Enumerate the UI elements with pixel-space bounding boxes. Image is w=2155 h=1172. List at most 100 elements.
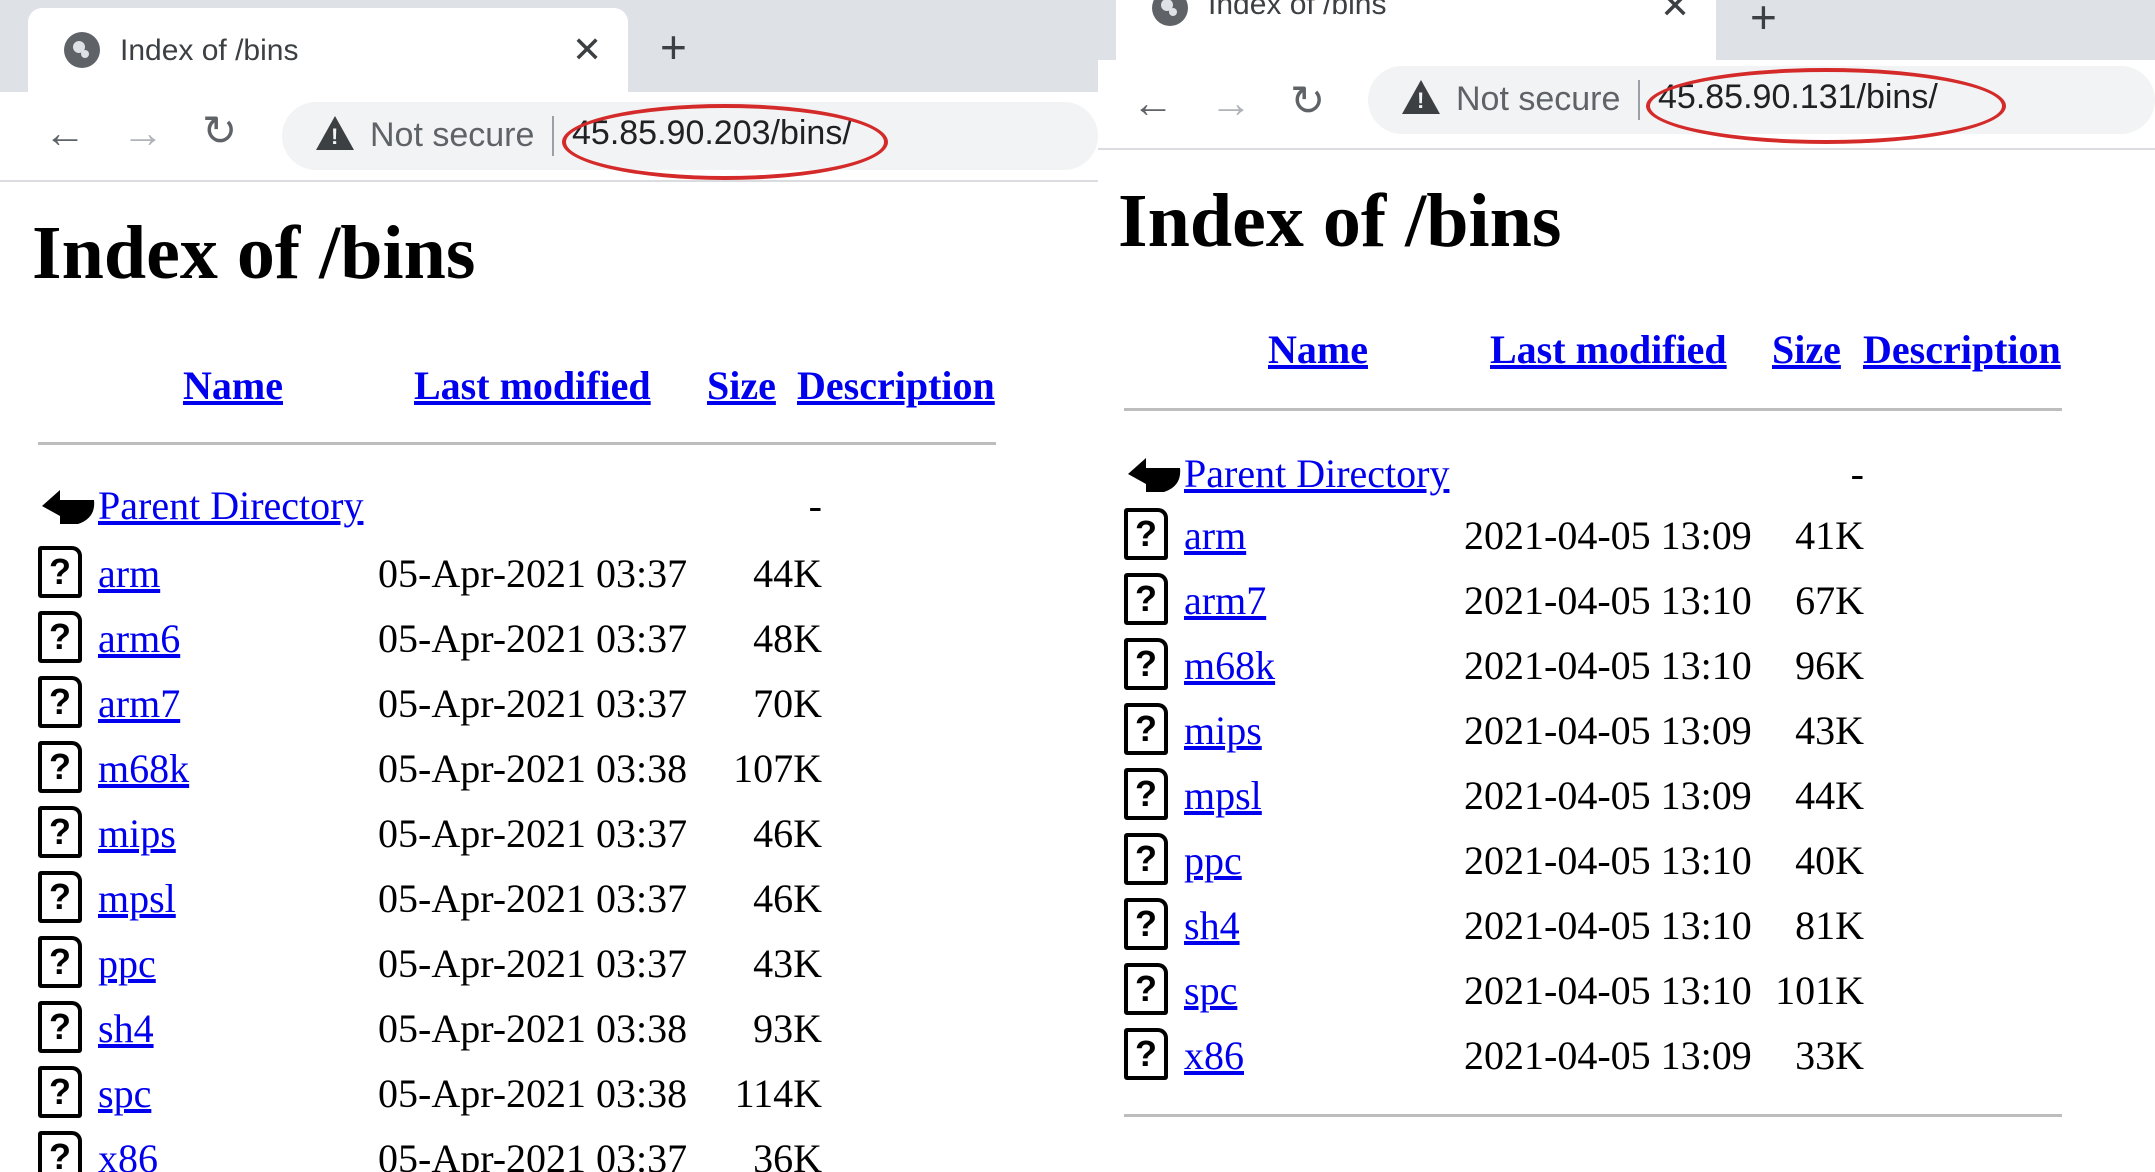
- globe-icon: [64, 32, 100, 68]
- list-item: ? ppc 05-Apr-2021 03:37 43K: [38, 936, 822, 996]
- tab-title: Index of /bins: [120, 34, 299, 67]
- file-link[interactable]: mips: [98, 810, 176, 857]
- new-tab-button[interactable]: +: [1750, 0, 1777, 40]
- file-link[interactable]: spc: [1184, 967, 1237, 1014]
- arrow-right-icon[interactable]: →: [122, 112, 164, 154]
- file-modified: 05-Apr-2021 03:38: [378, 1006, 688, 1051]
- unknown-file-icon: ?: [1124, 1028, 1168, 1080]
- unknown-file-icon: ?: [1124, 508, 1168, 560]
- file-link[interactable]: sh4: [1184, 902, 1240, 949]
- file-size: 67K: [1795, 578, 1864, 623]
- file-size: 44K: [753, 551, 822, 596]
- list-item: ? mips 05-Apr-2021 03:37 46K: [38, 806, 822, 866]
- column-description-link[interactable]: Description: [1863, 326, 2061, 373]
- file-link[interactable]: m68k: [1184, 642, 1275, 689]
- list-item: ? m68k 2021-04-05 13:10 96K: [1124, 638, 1904, 698]
- list-item: ? sh4 05-Apr-2021 03:38 93K: [38, 1001, 822, 1061]
- arrow-left-icon[interactable]: ←: [44, 112, 86, 154]
- file-link[interactable]: arm7: [1184, 577, 1266, 624]
- file-size: 43K: [1795, 708, 1864, 753]
- toolbar: ← → ↻ Not secure 45.85.90.203/bins/: [0, 92, 1098, 182]
- tab-title: Index of /bins: [1208, 0, 1387, 21]
- new-tab-button[interactable]: +: [660, 24, 687, 70]
- file-link[interactable]: mips: [1184, 707, 1262, 754]
- file-size: 101K: [1775, 968, 1864, 1013]
- file-link[interactable]: x86: [98, 1135, 158, 1172]
- file-size: 46K: [753, 876, 822, 921]
- unknown-file-icon: ?: [38, 1001, 82, 1053]
- file-link[interactable]: arm: [98, 550, 160, 597]
- file-link[interactable]: ppc: [98, 940, 156, 987]
- list-item: ? spc 2021-04-05 13:10 101K: [1124, 963, 1904, 1023]
- file-modified: 2021-04-05 13:09: [1464, 708, 1752, 753]
- list-item: ? ppc 2021-04-05 13:10 40K: [1124, 833, 1904, 893]
- toolbar: ← → ↻ Not secure 45.85.90.131/bins/: [1098, 60, 2155, 150]
- browser-tab[interactable]: Index of /bins ✕: [28, 8, 628, 92]
- file-modified: 2021-04-05 13:10: [1464, 838, 1752, 883]
- list-item: ? mips 2021-04-05 13:09 43K: [1124, 703, 1904, 763]
- column-description-link[interactable]: Description: [797, 362, 995, 409]
- unknown-file-icon: ?: [38, 1131, 82, 1172]
- unknown-file-icon: ?: [38, 611, 82, 663]
- file-link[interactable]: spc: [98, 1070, 151, 1117]
- arrow-right-icon[interactable]: →: [1210, 82, 1252, 124]
- list-item: ? spc 05-Apr-2021 03:38 114K: [38, 1066, 822, 1126]
- column-modified-link[interactable]: Last modified: [1490, 326, 1727, 373]
- unknown-file-icon: ?: [38, 806, 82, 858]
- file-modified: 05-Apr-2021 03:37: [378, 616, 688, 661]
- unknown-file-icon: ?: [1124, 963, 1168, 1015]
- browser-tab[interactable]: Index of /bins ✕: [1116, 0, 1716, 60]
- arrow-left-icon[interactable]: ←: [1132, 82, 1174, 124]
- file-size: 48K: [753, 616, 822, 661]
- file-size: 46K: [753, 811, 822, 856]
- column-name-link[interactable]: Name: [1268, 326, 1368, 373]
- file-modified: 05-Apr-2021 03:37: [378, 681, 688, 726]
- unknown-file-icon: ?: [1124, 898, 1168, 950]
- column-modified-link[interactable]: Last modified: [414, 362, 651, 409]
- list-item: ? mpsl 05-Apr-2021 03:37 46K: [38, 871, 822, 931]
- page-title: Index of /bins: [32, 211, 476, 295]
- unknown-file-icon: ?: [1124, 768, 1168, 820]
- close-icon[interactable]: ✕: [572, 32, 602, 68]
- file-link[interactable]: arm: [1184, 512, 1246, 559]
- unknown-file-icon: ?: [1124, 573, 1168, 625]
- file-size: 33K: [1795, 1033, 1864, 1078]
- file-modified: 2021-04-05 13:10: [1464, 968, 1752, 1013]
- file-link[interactable]: mpsl: [1184, 772, 1262, 819]
- file-link[interactable]: sh4: [98, 1005, 154, 1052]
- file-modified: 05-Apr-2021 03:37: [378, 811, 688, 856]
- parent-size: -: [1850, 451, 1864, 496]
- file-size: 81K: [1795, 903, 1864, 948]
- file-link[interactable]: m68k: [98, 745, 189, 792]
- list-item: ? arm 05-Apr-2021 03:37 44K: [38, 546, 822, 606]
- unknown-file-icon: ?: [38, 936, 82, 988]
- reload-icon[interactable]: ↻: [1290, 80, 1325, 122]
- warning-triangle-icon: [316, 116, 354, 150]
- omnibox-separator: [1638, 80, 1640, 120]
- file-link[interactable]: mpsl: [98, 875, 176, 922]
- parent-row: Parent Directory -: [38, 478, 822, 538]
- parent-directory-link[interactable]: Parent Directory: [98, 482, 363, 529]
- parent-directory-link[interactable]: Parent Directory: [1184, 450, 1449, 497]
- column-name-link[interactable]: Name: [183, 362, 283, 409]
- browser-window-left: Index of /bins ✕ + ← → ↻ Not secure 45.8…: [0, 0, 1098, 1172]
- parent-size: -: [808, 483, 822, 528]
- file-link[interactable]: ppc: [1184, 837, 1242, 884]
- file-modified: 05-Apr-2021 03:37: [378, 941, 688, 986]
- close-icon[interactable]: ✕: [1660, 0, 1690, 24]
- reload-icon[interactable]: ↻: [202, 110, 237, 152]
- url-highlight-ellipse: [562, 104, 888, 180]
- file-link[interactable]: arm7: [98, 680, 180, 727]
- unknown-file-icon: ?: [1124, 703, 1168, 755]
- column-size-link[interactable]: Size: [1772, 326, 1841, 373]
- unknown-file-icon: ?: [38, 871, 82, 923]
- file-size: 96K: [1795, 643, 1864, 688]
- header-rule: [38, 442, 996, 445]
- list-item: ? arm6 05-Apr-2021 03:37 48K: [38, 611, 822, 671]
- file-size: 41K: [1795, 513, 1864, 558]
- file-modified: 2021-04-05 13:09: [1464, 513, 1752, 558]
- file-link[interactable]: arm6: [98, 615, 180, 662]
- file-link[interactable]: x86: [1184, 1032, 1244, 1079]
- unknown-file-icon: ?: [38, 546, 82, 598]
- column-size-link[interactable]: Size: [707, 362, 776, 409]
